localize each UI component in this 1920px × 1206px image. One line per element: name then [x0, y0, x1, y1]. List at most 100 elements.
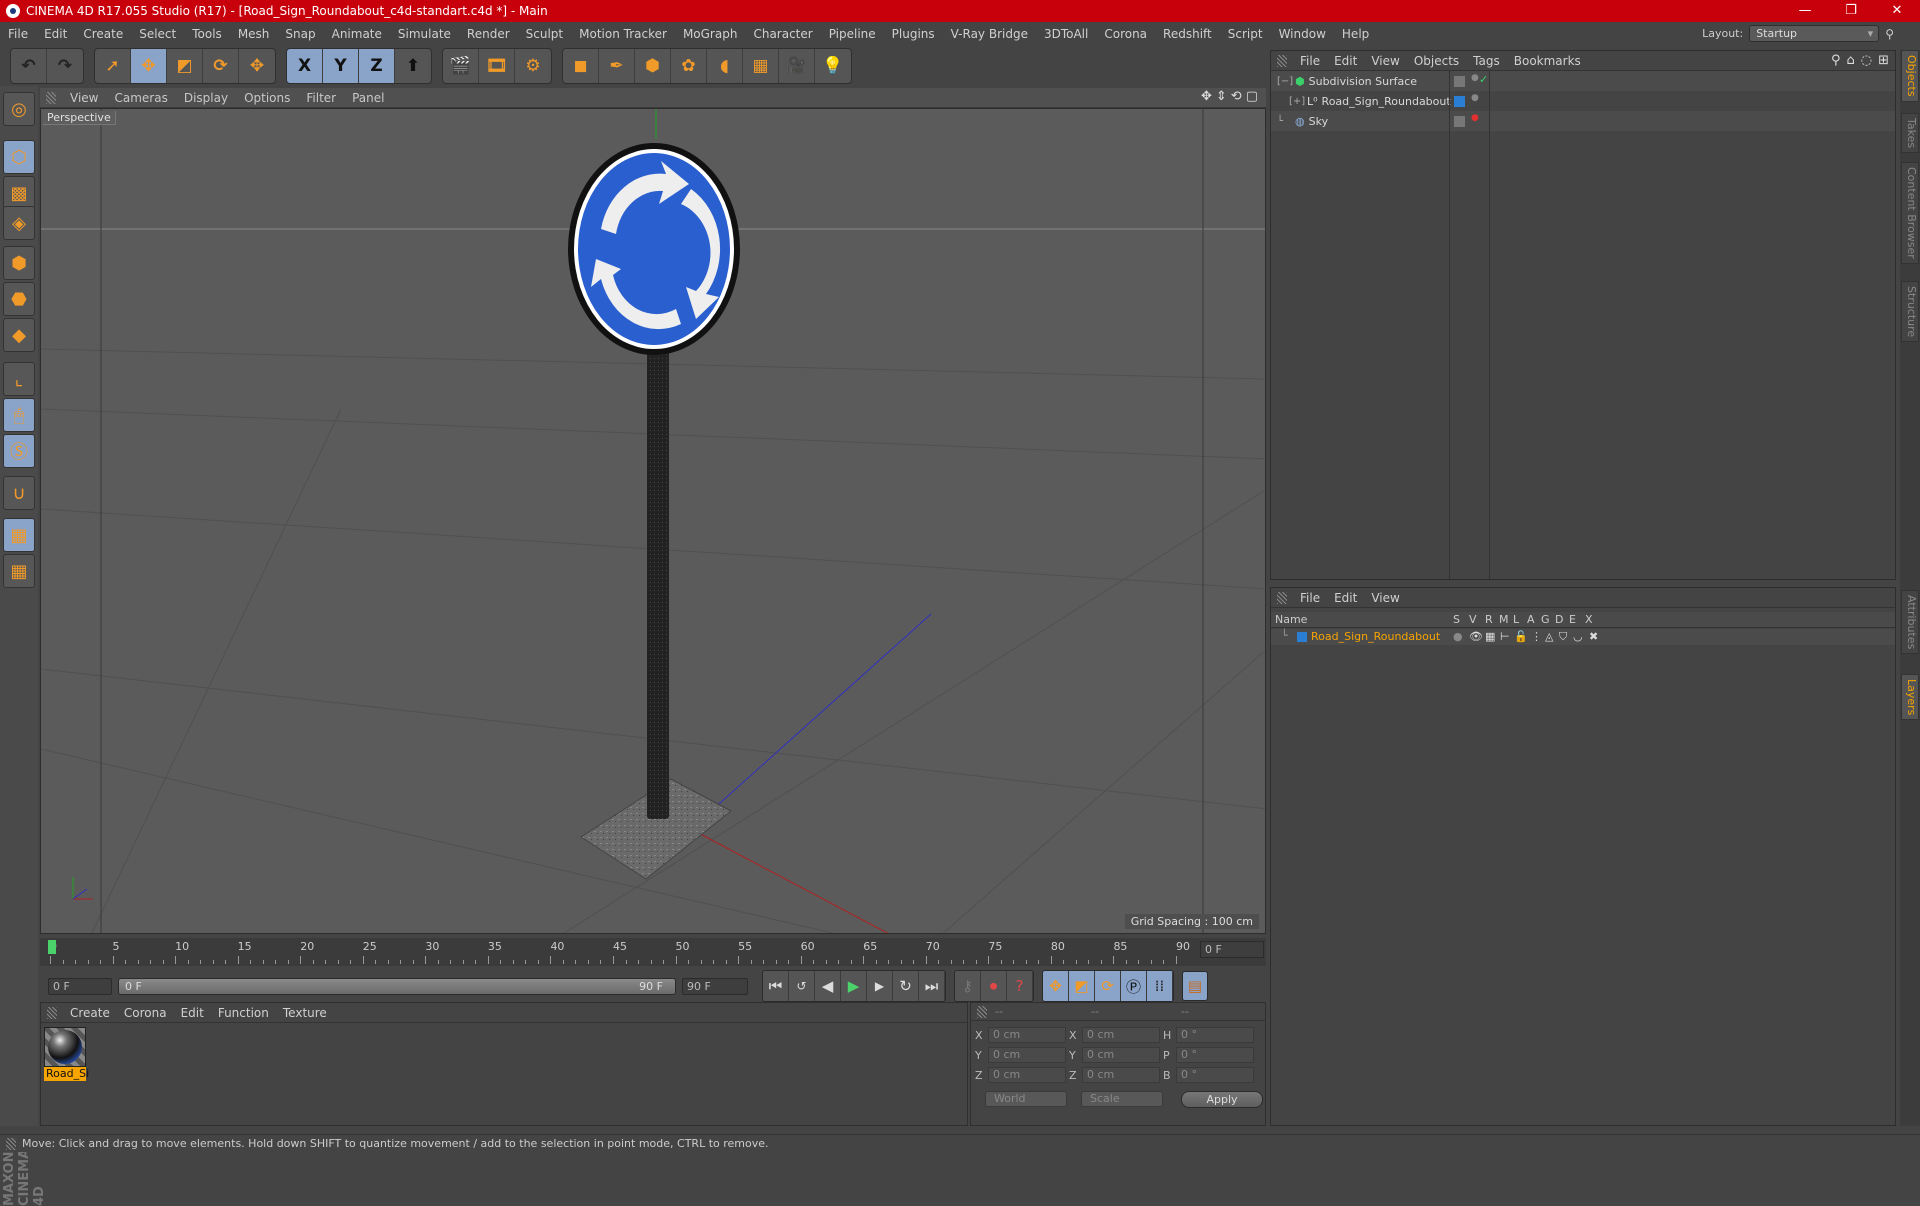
expand-toggle[interactable]: [−]	[1277, 76, 1293, 87]
panel-grip[interactable]	[46, 91, 56, 104]
menu-script[interactable]: Script	[1220, 27, 1271, 41]
material-menu-edit[interactable]: Edit	[174, 1006, 211, 1020]
lock-workplane-button[interactable]: ▦	[3, 518, 35, 552]
go-to-start-icon[interactable]: ⏮	[763, 971, 789, 1001]
coordinate-field[interactable]: 0 °	[1176, 1047, 1254, 1063]
layout-dropdown[interactable]: Startup	[1749, 25, 1880, 42]
menu-sculpt[interactable]: Sculpt	[518, 27, 571, 41]
generator-icon[interactable]: ◬	[1545, 630, 1553, 643]
pen-button[interactable]: ✒	[599, 49, 635, 83]
key-rotation-icon[interactable]: ⟳	[1095, 971, 1121, 1001]
render-icon[interactable]: ▦	[1485, 630, 1495, 643]
layer-name[interactable]: Road_Sign_Roundabout	[1311, 630, 1440, 643]
menu-mesh[interactable]: Mesh	[230, 27, 278, 41]
mograph-cloner-button[interactable]: ✿	[671, 49, 707, 83]
menu-redshift[interactable]: Redshift	[1155, 27, 1220, 41]
menu-character[interactable]: Character	[745, 27, 820, 41]
render-disabled-dot[interactable]: ●	[1471, 113, 1479, 123]
deformer-icon[interactable]: ⛉	[1559, 630, 1567, 644]
timeline-ruler[interactable]: 051015202530354045505560657075808590 0 F	[40, 938, 1266, 966]
render-view-button[interactable]: 🎬	[443, 49, 479, 83]
minimize-button[interactable]: —	[1782, 0, 1828, 22]
coordinate-system-button[interactable]: ⬆	[395, 49, 431, 83]
cube-button[interactable]: ◼	[563, 49, 599, 83]
redo-button[interactable]: ↷	[47, 49, 83, 83]
snap-magnet-button[interactable]: ∪	[3, 476, 35, 510]
menu-edit[interactable]: Edit	[36, 27, 75, 41]
workplane-grid-button[interactable]: ◈	[3, 206, 35, 240]
solo-mode-button[interactable]: Ⓢ	[3, 434, 35, 468]
display-tag-icon[interactable]	[1454, 76, 1465, 87]
object-menu-bookmarks[interactable]: Bookmarks	[1507, 54, 1588, 68]
next-key-icon[interactable]: ↻	[893, 971, 919, 1001]
previous-frame-icon[interactable]: ◀	[815, 971, 841, 1001]
z-axis-button[interactable]: Z	[359, 49, 395, 83]
axis-mode-button[interactable]: ⌞	[3, 362, 35, 396]
layer-color-swatch[interactable]	[1297, 632, 1307, 642]
frame-range-slider[interactable]: 0 F 90 F	[118, 977, 676, 995]
panel-grip[interactable]	[1277, 591, 1287, 604]
key-position-icon[interactable]: ✥	[1043, 971, 1069, 1001]
polygons-mode-button[interactable]: ◆	[3, 318, 35, 352]
coordinate-field[interactable]: 0 cm	[988, 1047, 1066, 1063]
start-frame-field[interactable]: 0 F	[48, 977, 112, 995]
menu-help[interactable]: Help	[1334, 27, 1377, 41]
key-pla-icon[interactable]: ⁞⁞	[1147, 971, 1173, 1001]
panel-grip[interactable]	[1277, 54, 1287, 67]
menu-motion-tracker[interactable]: Motion Tracker	[571, 27, 675, 41]
side-tab-layers[interactable]: Layers	[1901, 674, 1919, 721]
object-menu-edit[interactable]: Edit	[1327, 54, 1364, 68]
render-picture-viewer-button[interactable]: 🎞	[479, 49, 515, 83]
layer-column-g[interactable]: G	[1541, 613, 1550, 626]
menu-simulate[interactable]: Simulate	[390, 27, 459, 41]
motion-record-icon[interactable]: ⚷	[955, 971, 981, 1001]
timeline-icon[interactable]: ▤	[1182, 971, 1208, 1001]
viewport-menu-options[interactable]: Options	[236, 91, 298, 105]
layer-column-x[interactable]: X	[1585, 613, 1593, 626]
material-menu-corona[interactable]: Corona	[117, 1006, 174, 1020]
keyframe-selection-icon[interactable]: ?	[1007, 971, 1033, 1001]
panel-grip[interactable]	[977, 1005, 987, 1018]
xref-icon[interactable]: ✖	[1589, 630, 1598, 643]
undo-button[interactable]: ↶	[11, 49, 47, 83]
menu-corona[interactable]: Corona	[1096, 27, 1155, 41]
object-menu-file[interactable]: File	[1293, 54, 1327, 68]
coordinate-field[interactable]: 0 cm	[988, 1067, 1066, 1083]
coordinate-field[interactable]: 0 cm	[988, 1027, 1066, 1043]
material-menu-create[interactable]: Create	[63, 1006, 117, 1020]
orbit-icon[interactable]: ⟲	[1231, 89, 1242, 104]
workplane-button[interactable]: ◎	[3, 92, 35, 126]
menu-window[interactable]: Window	[1271, 27, 1334, 41]
menu-mograph[interactable]: MoGraph	[675, 27, 746, 41]
layer-column-a[interactable]: A	[1527, 613, 1535, 626]
menu-plugins[interactable]: Plugins	[884, 27, 943, 41]
end-frame-field[interactable]: 90 F	[682, 977, 748, 995]
menu-animate[interactable]: Animate	[324, 27, 390, 41]
expand-toggle[interactable]: └	[1277, 116, 1291, 127]
object-row[interactable]: [+] L⁰ Road_Sign_Roundabout ●	[1271, 91, 1895, 111]
search-icon[interactable]: ⚲	[1885, 27, 1894, 41]
expression-icon[interactable]: ◡	[1573, 630, 1583, 643]
key-scale-icon[interactable]: ◩	[1069, 971, 1095, 1001]
layer-row[interactable]: └ Road_Sign_Roundabout ● 👁 ▦ ⊢ 🔓 ⋮ ◬ ⛉ ◡…	[1271, 629, 1895, 645]
visible-icon[interactable]: 👁	[1469, 630, 1483, 643]
visibility-dots[interactable]: ●	[1471, 73, 1479, 83]
transform-mode-dropdown[interactable]: Scale	[1081, 1091, 1163, 1107]
planar-workplane-button[interactable]: ▦	[3, 554, 35, 588]
side-tab-attributes[interactable]: Attributes	[1901, 590, 1919, 655]
panel-grip[interactable]	[47, 1006, 57, 1019]
pan-icon[interactable]: ✥	[1201, 89, 1212, 104]
menu-tools[interactable]: Tools	[184, 27, 230, 41]
menu-3dtoall[interactable]: 3DToAll	[1036, 27, 1096, 41]
go-to-end-icon[interactable]: ⏭	[919, 971, 945, 1001]
material-menu-texture[interactable]: Texture	[276, 1006, 334, 1020]
menu-v-ray-bridge[interactable]: V-Ray Bridge	[943, 27, 1036, 41]
coordinate-field[interactable]: 0 cm	[1082, 1067, 1160, 1083]
material-menu-function[interactable]: Function	[211, 1006, 276, 1020]
home-icon[interactable]: ⌂	[1846, 53, 1854, 68]
x-axis-button[interactable]: X	[287, 49, 323, 83]
subdivision-button[interactable]: ⬢	[635, 49, 671, 83]
light-button[interactable]: 💡	[815, 49, 851, 83]
menu-pipeline[interactable]: Pipeline	[821, 27, 884, 41]
current-frame-field[interactable]: 0 F	[1200, 941, 1264, 958]
